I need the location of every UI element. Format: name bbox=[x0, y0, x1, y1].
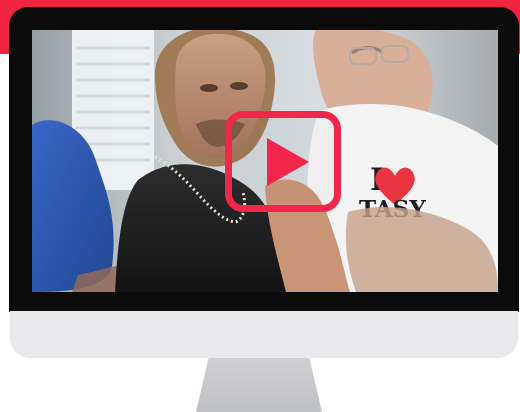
monitor-bezel: I TASY bbox=[10, 8, 518, 311]
play-button[interactable] bbox=[225, 111, 341, 212]
monitor-mockup-scene: I TASY bbox=[0, 0, 520, 412]
video-player[interactable]: I TASY bbox=[32, 30, 498, 292]
play-icon bbox=[267, 137, 309, 186]
desktop-monitor: I TASY bbox=[10, 8, 518, 360]
monitor-chin bbox=[10, 311, 518, 358]
monitor-stand bbox=[196, 358, 322, 412]
